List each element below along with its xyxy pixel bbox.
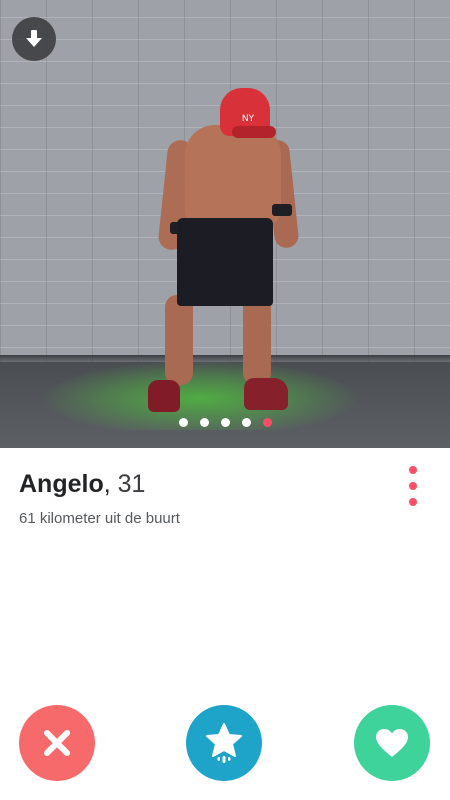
arrow-down-icon [26,30,42,47]
torso [185,125,281,225]
heart-icon [376,729,408,757]
profile-age: 31 [117,470,146,498]
like-button[interactable] [354,705,430,781]
right-leg [243,295,271,385]
nope-button[interactable] [19,705,95,781]
more-dot [409,498,417,506]
left-leg [165,295,193,385]
right-armband [272,204,292,216]
age-separator: , [103,470,111,498]
super-like-button[interactable] [186,705,262,781]
pagination-dot[interactable] [178,418,188,427]
star-icon [206,723,242,763]
right-shoe [244,378,288,410]
profile-photo[interactable]: NY [0,0,450,448]
person-figure: NY [0,0,450,448]
more-options-button[interactable] [402,466,424,506]
profile-name-age: Angelo, 31 [19,470,145,499]
photo-pagination [0,418,450,428]
pagination-dot[interactable] [220,418,230,427]
close-icon [44,730,70,756]
download-button[interactable] [12,17,56,61]
pagination-dot[interactable] [199,418,209,427]
profile-distance: 61 kilometer uit de buurt [19,510,180,527]
pagination-dot-active[interactable] [262,418,272,427]
cap-logo: NY [241,114,255,124]
pagination-dot[interactable] [241,418,251,427]
more-dot [409,482,417,490]
cap-brim [232,126,276,138]
left-shoe [148,380,180,412]
more-dot [409,466,417,474]
shorts [177,218,273,306]
profile-name: Angelo [19,470,104,498]
